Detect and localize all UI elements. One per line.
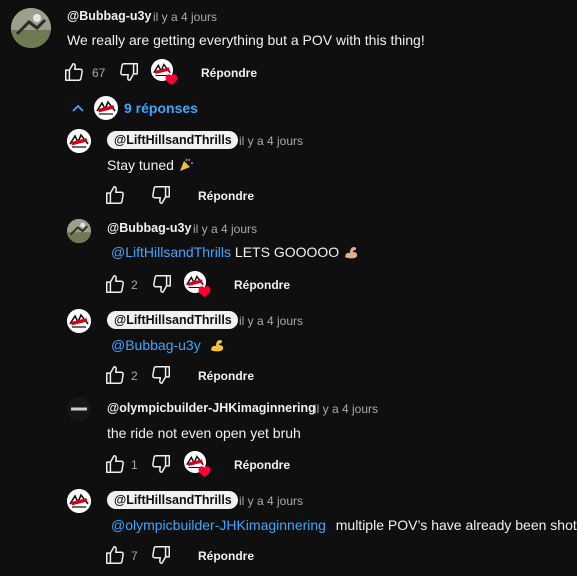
avatar[interactable] [67,309,91,333]
heart-icon [198,466,211,477]
comment-author[interactable]: @Bubbag-u3y [107,221,191,235]
comment-text: Stay tuned [107,157,194,176]
mention-link[interactable]: @olympicbuilder-JHKimaginnering [111,517,326,533]
replies-toggle[interactable]: 9 réponses [70,96,198,120]
thumb-up-icon [106,275,124,293]
creator-avatar-icon [94,96,118,120]
thumb-up-icon [106,186,124,204]
thumb-down-icon [153,275,171,293]
like-count: 2 [131,278,138,292]
thumb-down-icon [152,546,170,564]
avatar-image [67,219,91,243]
reply-button[interactable]: Répondre [198,369,254,383]
reply-button[interactable]: Répondre [198,189,254,203]
comment-time[interactable]: il y a 4 jours [153,10,217,24]
dislike-button[interactable] [149,452,173,476]
heart-icon [198,286,211,297]
heart-icon [165,74,178,85]
chevron-up-icon [72,104,84,112]
like-button[interactable] [62,60,86,84]
avatar[interactable] [67,129,91,153]
like-count: 7 [131,549,138,563]
like-button[interactable] [103,183,127,207]
thumb-up-icon [106,455,124,473]
comment-author[interactable]: @Bubbag-u3y [67,9,151,23]
thumb-up-icon [106,366,124,384]
reply-button[interactable]: Répondre [234,458,290,472]
thumb-up-icon [106,546,124,564]
mention-link[interactable]: @Bubbag-u3y [111,337,201,353]
comment-time[interactable]: il y a 4 jours [239,134,303,148]
dislike-button[interactable] [150,272,174,296]
creator-heart [151,59,178,85]
party-popper-icon [178,157,194,176]
comment-text: We really are getting everything but a P… [67,32,425,48]
dislike-button[interactable] [149,363,173,387]
like-button[interactable] [103,272,127,296]
avatar[interactable] [67,219,91,243]
like-button[interactable] [103,363,127,387]
avatar-image [67,129,91,153]
avatar[interactable] [67,397,91,421]
flexed-biceps-icon [343,244,359,263]
mention-link[interactable]: @LiftHillsandThrills [111,244,231,260]
comment-text: @Bubbag-u3y [111,337,225,356]
comment-author[interactable]: @LiftHillsandThrills [107,311,238,329]
avatar[interactable] [67,489,91,513]
dislike-button[interactable] [117,60,141,84]
like-button[interactable] [103,452,127,476]
thumb-down-icon [152,455,170,473]
avatar-image [67,489,91,513]
dislike-button[interactable] [149,543,173,567]
comment-time[interactable]: il y a 4 jours [314,402,378,416]
comment-time[interactable]: il y a 4 jours [193,222,257,236]
comment-text: @olympicbuilder-JHKimaginnering multiple… [111,517,577,533]
comment-author[interactable]: @LiftHillsandThrills [107,491,238,509]
reply-button[interactable]: Répondre [198,549,254,563]
like-count: 67 [92,66,106,80]
flexed-biceps-icon [209,337,225,356]
comment-time[interactable]: il y a 4 jours [239,494,303,508]
comment-author[interactable]: @LiftHillsandThrills [107,131,238,149]
reply-button[interactable]: Répondre [201,66,257,80]
thumb-up-icon [65,63,83,81]
replies-count: 9 réponses [124,100,198,116]
creator-heart [184,451,211,477]
dislike-button[interactable] [149,183,173,207]
comment-author[interactable]: @olympicbuilder-JHKimaginnering [107,401,316,415]
creator-heart [184,271,211,297]
thumb-down-icon [120,63,138,81]
avatar-image [67,309,91,333]
avatar-image [67,397,91,421]
like-count: 2 [131,369,138,383]
avatar[interactable] [11,8,51,48]
thumb-down-icon [152,366,170,384]
avatar-image [11,8,51,48]
comment-text: the ride not even open yet bruh [107,425,301,441]
reply-button[interactable]: Répondre [234,278,290,292]
thumb-down-icon [152,186,170,204]
like-button[interactable] [103,543,127,567]
comment-time[interactable]: il y a 4 jours [239,314,303,328]
comment-text: @LiftHillsandThrills LETS GOOOOO [111,244,359,263]
like-count: 1 [131,458,138,472]
